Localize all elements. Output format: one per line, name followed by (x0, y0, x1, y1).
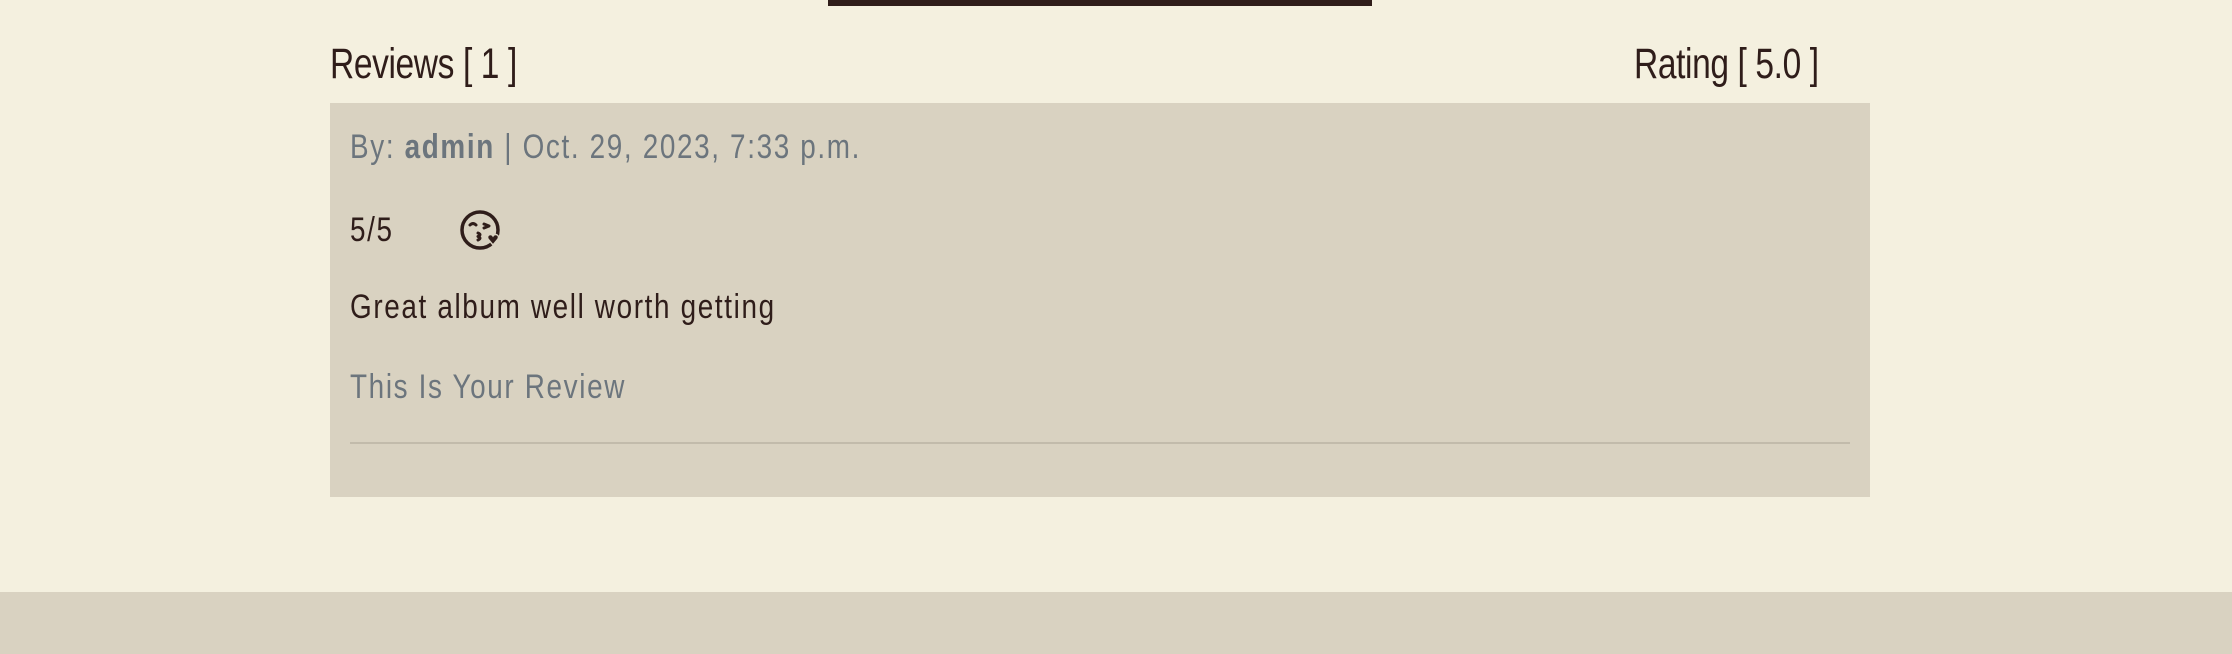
top-bar (828, 0, 1372, 6)
review-card: By: admin | Oct. 29, 2023, 7:33 p.m. 5/5… (330, 103, 1870, 497)
review-body: This Is Your Review (350, 368, 627, 406)
review-divider (350, 442, 1850, 444)
review-title: Great album well worth getting (350, 288, 776, 326)
footer (0, 592, 2232, 654)
reviews-count-heading: Reviews [ 1 ] (330, 40, 517, 88)
review-separator: | (504, 128, 514, 166)
review-by-label: By: (350, 128, 396, 166)
review-score-row: 5/5 (350, 205, 504, 255)
review-meta: By: admin | Oct. 29, 2023, 7:33 p.m. (350, 125, 861, 169)
review-author: admin (404, 128, 495, 166)
review-score: 5/5 (350, 211, 394, 249)
kiss-heart-face-icon (460, 210, 500, 250)
reviews-page: Reviews [ 1 ] Rating [ 5.0 ] By: admin |… (0, 0, 2232, 654)
review-date: Oct. 29, 2023, 7:33 p.m. (522, 128, 862, 166)
rating-heading: Rating [ 5.0 ] (1634, 40, 1819, 88)
